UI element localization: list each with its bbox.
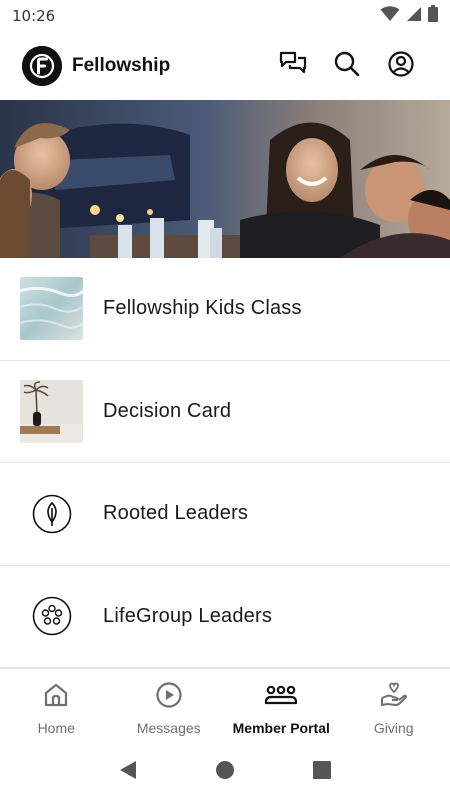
list-item-lifegroup-leaders[interactable]: LifeGroup Leaders (0, 566, 450, 668)
app-title: Fellowship (72, 55, 171, 76)
list-item-label: Decision Card (103, 399, 232, 422)
search-icon (334, 51, 360, 82)
play-icon (156, 682, 182, 713)
status-bar: 10:26 (0, 0, 450, 32)
status-icons (380, 5, 438, 27)
back-button[interactable] (108, 752, 148, 792)
nav-label-giving: Giving (373, 720, 414, 736)
battery-icon (428, 5, 438, 27)
nav-giving[interactable]: Giving (338, 669, 450, 744)
nav-messages[interactable]: Messages (113, 669, 226, 744)
home-circle-icon (215, 760, 235, 785)
list-item-decision-card[interactable]: Decision Card (0, 361, 450, 463)
list-item-label: Rooted Leaders (103, 502, 249, 525)
list-item-rooted-leaders[interactable]: Rooted Leaders (0, 463, 450, 566)
people-icon (265, 682, 298, 713)
recents-square-icon (312, 760, 332, 785)
signal-icon (406, 6, 422, 27)
wifi-icon (380, 5, 400, 27)
hero-image[interactable] (0, 100, 450, 258)
vase-thumbnail (20, 379, 83, 443)
app-bar: Fellowship (0, 40, 450, 92)
app-actions (266, 44, 428, 88)
home-icon (43, 682, 69, 713)
list-item-fellowship-kids-class[interactable]: Fellowship Kids Class (0, 258, 450, 361)
status-time: 10:26 (12, 7, 56, 25)
search-button[interactable] (320, 44, 374, 88)
fellowship-logo (22, 46, 62, 86)
home-system-button[interactable] (205, 752, 245, 792)
nav-label-member-portal: Member Portal (232, 720, 330, 736)
nav-home[interactable]: Home (0, 669, 113, 744)
recents-button[interactable] (302, 752, 342, 792)
nav-member-portal[interactable]: Member Portal (225, 669, 338, 744)
leaf-icon (20, 482, 83, 545)
group-circle-icon (20, 585, 83, 648)
bottom-nav: Home Messages Member Portal Giving (0, 668, 450, 744)
chat-button[interactable] (266, 44, 320, 88)
nav-label-home: Home (37, 720, 75, 736)
giving-hand-icon (380, 682, 408, 713)
account-icon (388, 50, 414, 82)
water-thumbnail (20, 277, 83, 341)
system-nav-bar (0, 744, 450, 800)
chat-icon (279, 51, 307, 82)
account-button[interactable] (374, 44, 428, 88)
nav-label-messages: Messages (136, 720, 201, 736)
list-item-label: LifeGroup Leaders (103, 604, 273, 627)
back-triangle-icon (118, 759, 138, 786)
member-portal-list: Fellowship Kids Class Decision Card Root… (0, 258, 450, 668)
list-item-label: Fellowship Kids Class (103, 297, 302, 320)
